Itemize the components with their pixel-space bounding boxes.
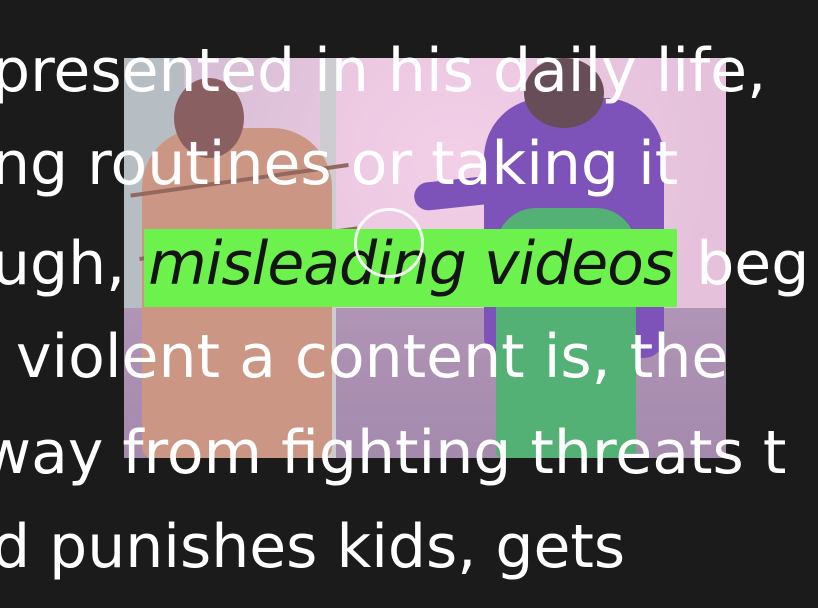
article-text: presented in his daily life, ng routines… xyxy=(0,0,818,608)
text-line-6: d punishes kids, gets xyxy=(0,512,626,582)
text-line-2: ng routines or taking it xyxy=(0,129,679,199)
text-line-3-before: ugh, xyxy=(0,229,126,299)
text-line-5: way from fighting threats t xyxy=(0,418,787,488)
text-line-4: violent a content is, the xyxy=(16,322,729,392)
text-line-3-after: beg xyxy=(696,229,810,299)
text-line-1: presented in his daily life, xyxy=(0,36,767,106)
article-stage: presented in his daily life, ng routines… xyxy=(0,0,818,608)
play-ring-icon[interactable] xyxy=(354,208,424,278)
